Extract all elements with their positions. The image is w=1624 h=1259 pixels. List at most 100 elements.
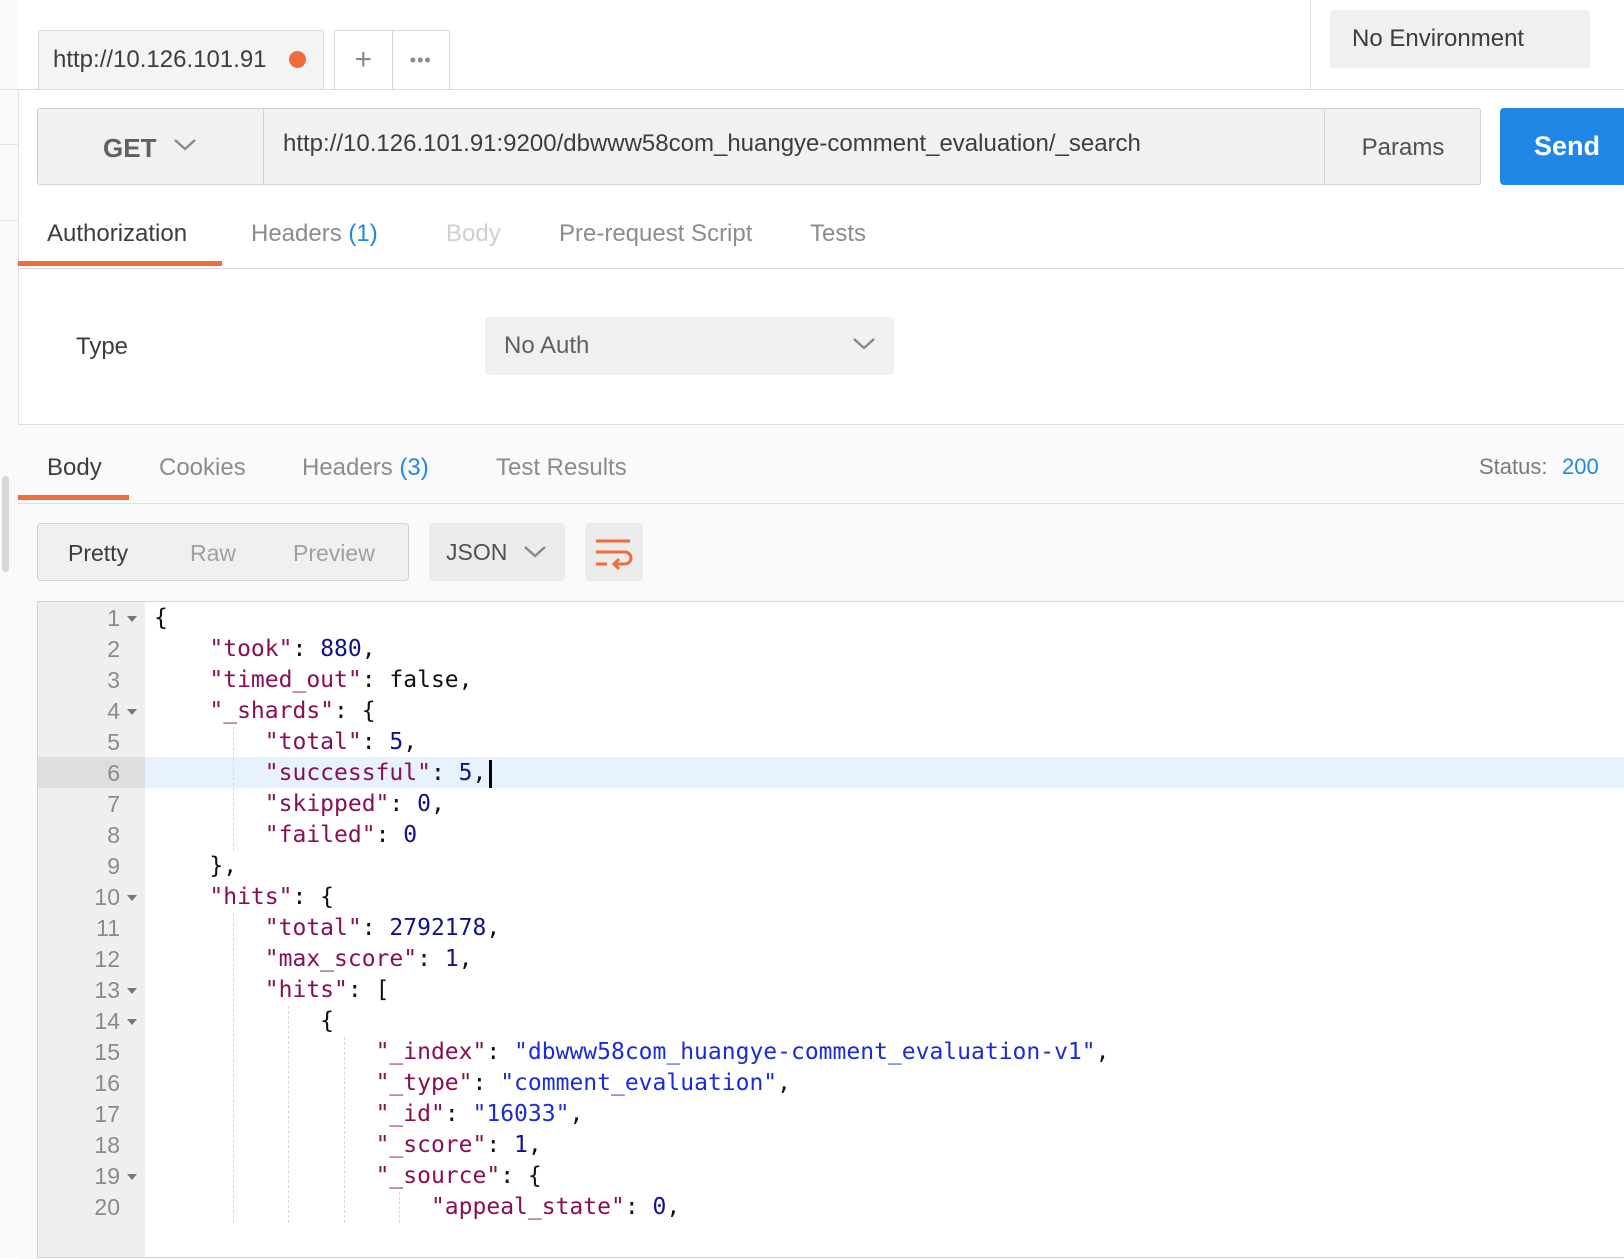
- params-button[interactable]: Params: [1324, 109, 1481, 184]
- line-number: 10: [94, 884, 120, 910]
- active-tab-indicator: [18, 495, 129, 500]
- code-line: "took": 880,: [209, 636, 376, 662]
- line-number: 9: [107, 853, 120, 879]
- wrap-lines-icon: [596, 539, 633, 571]
- line-number: 3: [107, 667, 120, 693]
- tab-label: Headers: [302, 454, 393, 481]
- line-number: 17: [94, 1101, 120, 1127]
- request-tab[interactable]: http://10.126.101.91: [38, 30, 324, 89]
- fold-toggle-icon[interactable]: [127, 988, 137, 994]
- view-raw-button[interactable]: Raw: [190, 540, 236, 567]
- format-value: JSON: [446, 539, 508, 565]
- code-line: "total": 2792178,: [264, 915, 501, 941]
- tab-cookies[interactable]: Cookies: [159, 454, 246, 482]
- status-value: 200: [1562, 454, 1599, 479]
- response-body-editor[interactable]: 1 {2 "took": 880, 3 "timed_out": false, 4 "…: [37, 601, 1624, 1258]
- code-line: "_source": {: [375, 1163, 542, 1189]
- auth-type-label: Type: [76, 333, 129, 360]
- sidebar-divider: [0, 89, 18, 90]
- tab-label: Body: [446, 220, 501, 247]
- line-number: 8: [107, 822, 120, 848]
- chevron-down-icon: [524, 546, 546, 558]
- environment-select[interactable]: No Environment: [1330, 10, 1590, 68]
- code-line: "_id": "16033",: [375, 1101, 584, 1127]
- indent-guide: [399, 1192, 401, 1223]
- view-mode-toggle: Pretty Raw Preview: [37, 523, 409, 581]
- headers-count-badge: (1): [348, 220, 378, 247]
- fold-toggle-icon[interactable]: [127, 895, 137, 901]
- line-number: 5: [107, 729, 120, 755]
- request-url-bar: GET http://10.126.101.91:9200/dbwww58com…: [37, 108, 1481, 185]
- active-tab-indicator: [18, 261, 222, 266]
- line-number: 2: [107, 636, 120, 662]
- line-number: 12: [94, 946, 120, 972]
- code-line: "skipped": 0,: [264, 791, 445, 817]
- code-line: },: [154, 853, 238, 879]
- tab-test-results[interactable]: Test Results: [496, 454, 627, 482]
- wrap-lines-button[interactable]: [585, 523, 643, 581]
- code-line: {: [154, 605, 168, 631]
- code-line: "_score": 1,: [375, 1132, 542, 1158]
- unsaved-dot-icon: [289, 51, 306, 68]
- tab-label: Body: [47, 454, 102, 481]
- tab-tests[interactable]: Tests: [810, 220, 866, 248]
- indent-guide: [343, 1037, 345, 1223]
- line-number: 13: [94, 977, 120, 1003]
- tab-pre-request-script[interactable]: Pre-request Script: [559, 220, 752, 248]
- status-label: Status:: [1479, 454, 1548, 479]
- line-number: 1: [107, 605, 120, 631]
- request-tabs: Authorization Headers (1) Body Pre-reque…: [18, 200, 1624, 269]
- line-number: 16: [94, 1070, 120, 1096]
- code-line: "_shards": {: [209, 698, 376, 724]
- auth-type-select[interactable]: No Auth: [485, 317, 894, 375]
- tab-label: Headers: [251, 220, 342, 247]
- code-line: "_type": "comment_evaluation",: [375, 1070, 792, 1096]
- environment-divider: [1310, 0, 1311, 89]
- new-tab-button[interactable]: +: [335, 31, 392, 89]
- tab-label: Tests: [810, 220, 867, 247]
- view-pretty-button[interactable]: Pretty: [68, 540, 128, 567]
- more-icon: •••: [409, 49, 432, 70]
- code-line: "max_score": 1,: [264, 946, 473, 972]
- line-number: 7: [107, 791, 120, 817]
- tab-authorization[interactable]: Authorization: [47, 220, 187, 248]
- tab-body[interactable]: Body: [446, 220, 501, 248]
- sidebar-divider: [0, 220, 18, 221]
- code-line: "hits": [: [264, 977, 390, 1003]
- response-tabs: Body Cookies Headers (3) Test Results: [18, 436, 1624, 504]
- tab-label: Test Results: [496, 454, 627, 481]
- sidebar-edge: [0, 0, 19, 1258]
- send-button[interactable]: Send: [1500, 108, 1624, 185]
- fold-toggle-icon[interactable]: [127, 1174, 137, 1180]
- tab-actions: + •••: [334, 30, 450, 89]
- tab-response-headers[interactable]: Headers (3): [302, 454, 429, 482]
- tab-label: Pre-request Script: [559, 220, 753, 247]
- code-line: "successful": 5,: [264, 760, 487, 786]
- tab-options-button[interactable]: •••: [391, 31, 450, 89]
- format-select[interactable]: JSON: [429, 523, 565, 581]
- line-number: 6: [107, 760, 120, 786]
- line-number: 18: [94, 1132, 120, 1158]
- text-cursor: [489, 760, 493, 788]
- sidebar-divider: [0, 144, 18, 145]
- code-line: "failed": 0: [264, 822, 418, 848]
- tab-label: Cookies: [159, 454, 246, 481]
- tab-label: Authorization: [47, 220, 188, 247]
- tab-headers[interactable]: Headers (1): [251, 220, 378, 248]
- tab-response-body[interactable]: Body: [47, 454, 102, 482]
- sidebar-scrollbar[interactable]: [2, 476, 9, 572]
- fold-toggle-icon[interactable]: [127, 616, 137, 622]
- line-number: 15: [94, 1039, 120, 1065]
- line-number: 20: [94, 1194, 120, 1220]
- url-input[interactable]: http://10.126.101.91:9200/dbwww58com_hua…: [283, 130, 1141, 158]
- code-line: "_index": "dbwww58com_huangye-comment_ev…: [375, 1039, 1110, 1065]
- line-number: 11: [96, 915, 120, 941]
- fold-toggle-icon[interactable]: [127, 709, 137, 715]
- headers-count-badge: (3): [399, 454, 429, 481]
- indent-guide: [233, 913, 235, 1223]
- code-line: "total": 5,: [264, 729, 418, 755]
- view-preview-button[interactable]: Preview: [293, 540, 375, 567]
- fold-toggle-icon[interactable]: [127, 1019, 137, 1025]
- method-select[interactable]: GET: [38, 109, 264, 184]
- indent-guide: [288, 1006, 290, 1223]
